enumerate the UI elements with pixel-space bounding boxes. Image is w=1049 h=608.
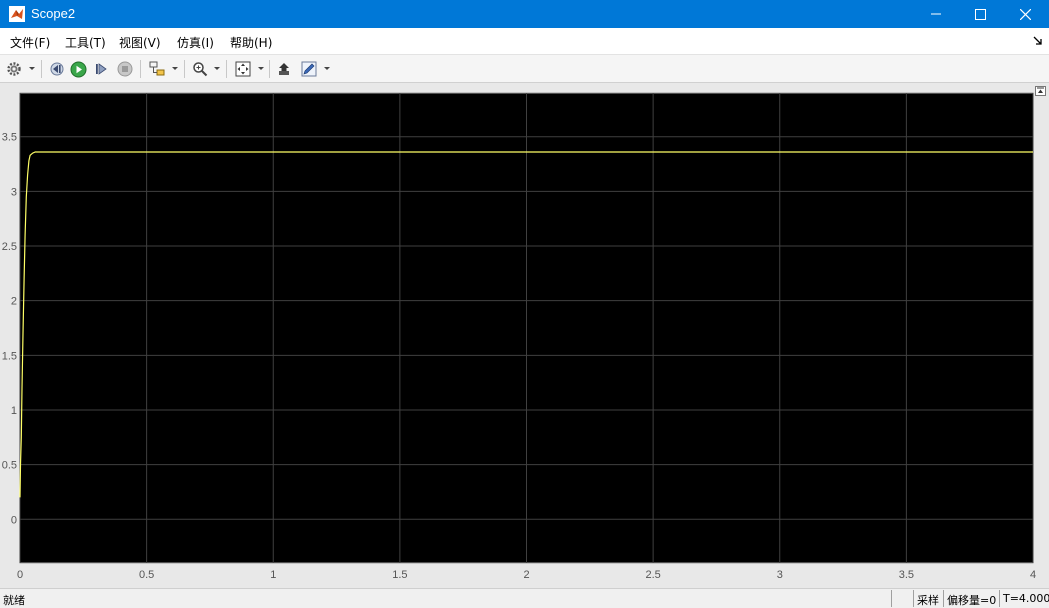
- y-tick-label: 0: [11, 514, 17, 526]
- scope-plot-area: 0 0.5 1 1.5 2 2.5 3 3.5 4 0 0.5 1 1.5 2 2.5 3 3.5: [0, 83, 1049, 588]
- stop-icon: [117, 61, 133, 77]
- settings-button[interactable]: [5, 59, 23, 79]
- y-tick-label: 3: [11, 186, 17, 198]
- restore-icon: [279, 63, 289, 75]
- close-icon: [1019, 8, 1031, 20]
- fit-to-view-button[interactable]: [233, 59, 253, 79]
- style-button[interactable]: [299, 59, 319, 79]
- settings-dropdown-arrow[interactable]: [29, 67, 35, 70]
- x-tick-label: 3: [777, 569, 783, 581]
- highlight-block-icon: [149, 61, 165, 76]
- x-tick-label: 0: [17, 569, 23, 581]
- maximize-button[interactable]: [957, 0, 1003, 28]
- matlab-icon: [9, 6, 25, 22]
- y-tick-label: 3.5: [2, 132, 17, 144]
- undock-button[interactable]: [1035, 86, 1046, 96]
- x-tick-label: 2: [523, 569, 529, 581]
- run-icon: [70, 61, 86, 77]
- x-tick-label: 3.5: [899, 569, 914, 581]
- step-back-button[interactable]: [47, 59, 65, 79]
- window-title: Scope2: [31, 6, 76, 21]
- x-tick-label: 1: [270, 569, 276, 581]
- restore-button[interactable]: [276, 59, 294, 79]
- toolbar-separator: [140, 60, 141, 78]
- zoom-button[interactable]: [191, 59, 209, 79]
- zoom-icon: [193, 62, 208, 77]
- menu-help[interactable]: 帮助(H): [230, 34, 272, 51]
- highlight-dropdown-arrow[interactable]: [172, 67, 178, 70]
- toolbar-separator: [269, 60, 270, 78]
- x-tick-label: 4: [1030, 569, 1036, 581]
- highlight-block-button[interactable]: [147, 59, 167, 79]
- y-tick-label: 2.5: [2, 241, 17, 253]
- status-text: 就绪: [3, 594, 25, 607]
- status-mode: 采样: [913, 590, 943, 607]
- toolbar-separator: [226, 60, 227, 78]
- step-forward-icon: [96, 63, 107, 75]
- step-back-icon: [50, 62, 64, 76]
- y-tick-label: 1.5: [2, 350, 17, 362]
- stop-button[interactable]: [116, 59, 134, 79]
- y-tick-label: 2: [11, 296, 17, 308]
- y-tick-label: 0.5: [2, 460, 17, 472]
- minimize-button[interactable]: [913, 0, 959, 28]
- status-bar: 就绪 采样 偏移量=0 T=4.000: [0, 588, 1049, 607]
- close-button[interactable]: [1002, 0, 1048, 28]
- status-divider-cell: [891, 590, 913, 607]
- x-tick-label: 2.5: [645, 569, 660, 581]
- status-time: T=4.000: [999, 590, 1049, 607]
- maximize-icon: [974, 8, 986, 20]
- toolbar: [0, 55, 1049, 83]
- minimize-icon: [931, 13, 941, 15]
- x-tick-label: 1.5: [392, 569, 407, 581]
- menu-simulation[interactable]: 仿真(I): [177, 34, 214, 51]
- fit-to-view-icon: [235, 61, 251, 77]
- scope-chart[interactable]: 0 0.5 1 1.5 2 2.5 3 3.5 4 0 0.5 1 1.5 2 2.5 3 3.5: [0, 83, 1049, 588]
- fit-dropdown-arrow[interactable]: [258, 67, 264, 70]
- style-dropdown-arrow[interactable]: [324, 67, 330, 70]
- step-forward-button[interactable]: [92, 59, 110, 79]
- dock-arrow-icon[interactable]: [1033, 36, 1043, 46]
- title-bar: Scope2: [0, 0, 1049, 28]
- toolbar-separator: [184, 60, 185, 78]
- toolbar-separator: [41, 60, 42, 78]
- style-icon: [301, 61, 317, 77]
- run-button[interactable]: [69, 59, 87, 79]
- menu-bar: 文件(F) 工具(T) 视图(V) 仿真(I) 帮助(H): [0, 28, 1049, 55]
- gear-icon: [7, 62, 21, 76]
- x-tick-label: 0.5: [139, 569, 154, 581]
- undock-icon: [1037, 87, 1044, 93]
- zoom-dropdown-arrow[interactable]: [214, 67, 220, 70]
- menu-view[interactable]: 视图(V): [119, 34, 161, 51]
- y-tick-label: 1: [11, 405, 17, 417]
- menu-file[interactable]: 文件(F): [10, 34, 50, 51]
- menu-tools[interactable]: 工具(T): [65, 34, 106, 51]
- status-offset: 偏移量=0: [943, 590, 999, 607]
